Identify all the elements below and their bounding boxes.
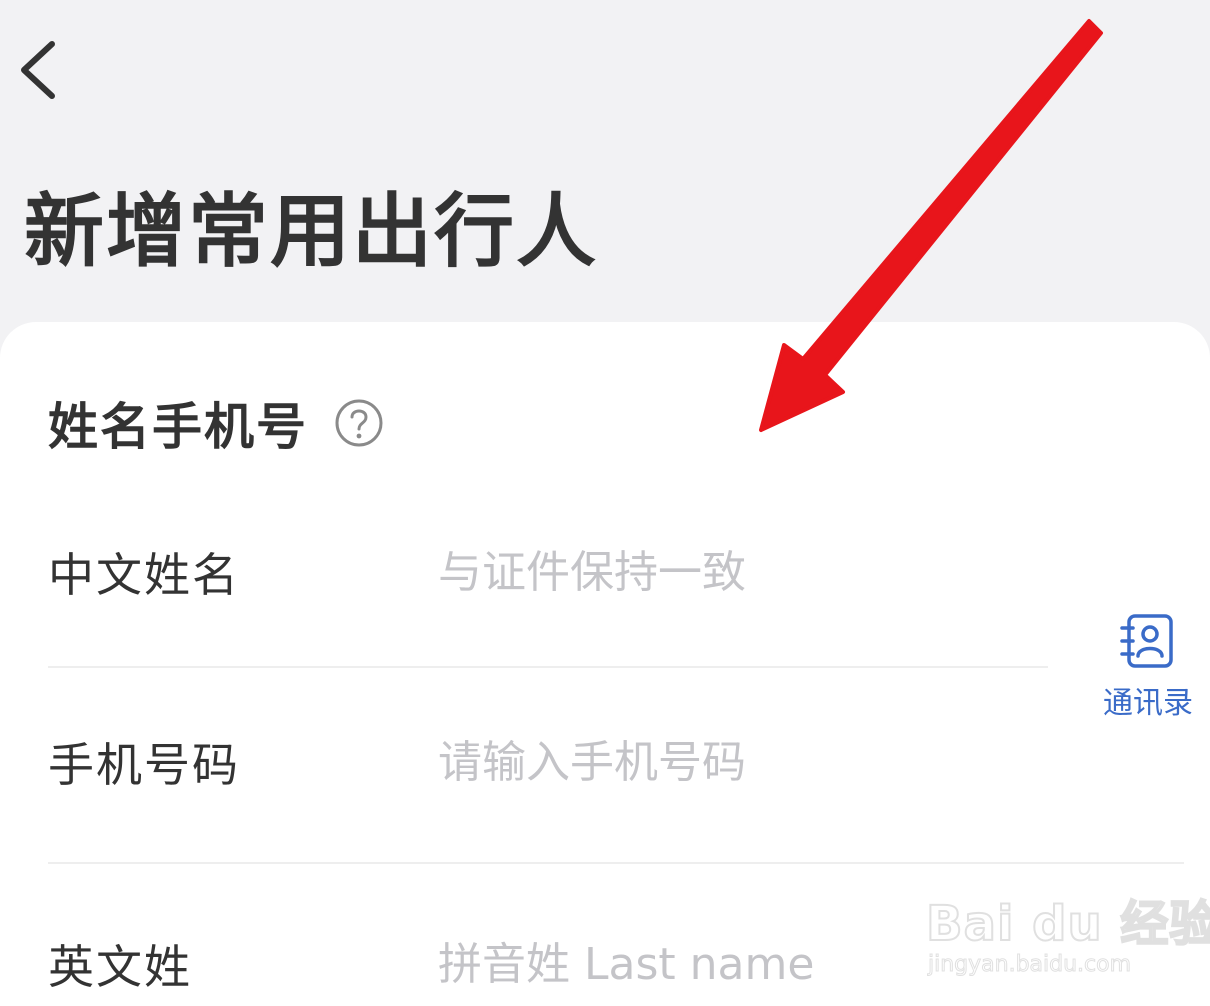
contacts-label: 通讯录 bbox=[1103, 686, 1193, 721]
page-title: 新增常用出行人 bbox=[24, 185, 598, 278]
row-divider bbox=[48, 862, 1184, 864]
watermark-brand: Bai du 经验 bbox=[925, 895, 1210, 953]
phone-number-label: 手机号码 bbox=[48, 738, 240, 792]
row-divider bbox=[48, 666, 1048, 668]
phone-number-row: 手机号码 bbox=[48, 712, 998, 812]
english-surname-label: 英文姓 bbox=[48, 940, 192, 994]
watermark: Bai du 经验 jingyan.baidu.com bbox=[925, 874, 1210, 984]
chinese-name-label: 中文姓名 bbox=[48, 548, 240, 602]
contacts-button[interactable]: 通讯录 bbox=[1096, 612, 1200, 732]
english-surname-input[interactable] bbox=[438, 938, 998, 990]
back-button[interactable] bbox=[16, 38, 64, 102]
chevron-left-icon bbox=[21, 41, 55, 99]
address-book-icon bbox=[1120, 614, 1173, 668]
english-surname-row: 英文姓 bbox=[48, 914, 998, 1006]
section-header: 姓名手机号 bbox=[48, 388, 384, 458]
section-title: 姓名手机号 bbox=[48, 398, 308, 456]
chinese-name-row: 中文姓名 bbox=[48, 522, 998, 622]
phone-number-input[interactable] bbox=[438, 736, 998, 788]
question-circle-icon[interactable] bbox=[334, 398, 384, 448]
chinese-name-input[interactable] bbox=[438, 546, 998, 598]
add-traveler-page: 新增常用出行人 姓名手机号 中文姓名 通讯录 bbox=[0, 0, 1210, 1006]
watermark-url: jingyan.baidu.com bbox=[927, 952, 1132, 978]
